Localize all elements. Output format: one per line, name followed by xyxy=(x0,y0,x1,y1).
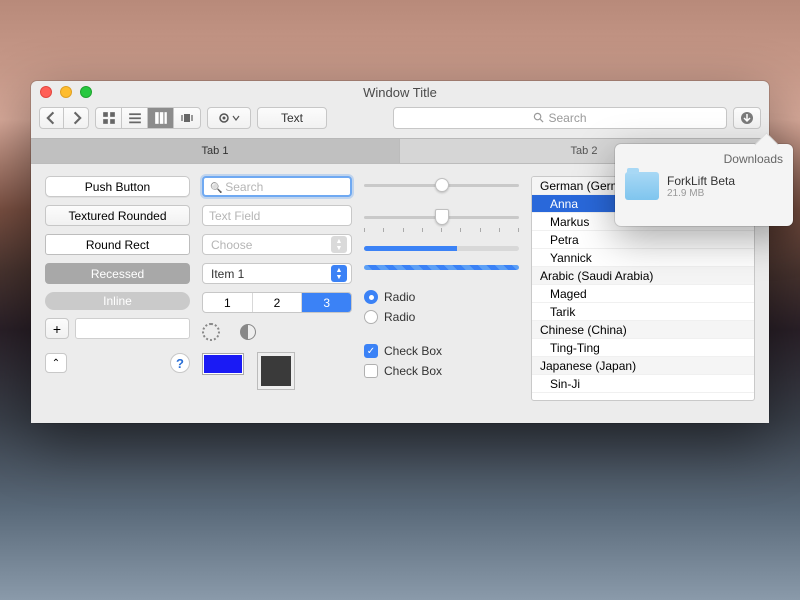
checkbox-2[interactable]: Check Box xyxy=(364,364,519,378)
checkbox-label: Check Box xyxy=(384,344,442,358)
tab-1[interactable]: Tab 1 xyxy=(31,139,400,163)
slider-1[interactable] xyxy=(364,176,519,194)
segment-1[interactable]: 1 xyxy=(203,293,253,312)
list-icon xyxy=(128,111,142,125)
progress-bar-indeterminate xyxy=(364,265,519,270)
close-window-button[interactable] xyxy=(40,86,52,98)
zoom-window-button[interactable] xyxy=(80,86,92,98)
chevron-left-icon xyxy=(45,111,59,125)
main-window: Window Title xyxy=(31,81,769,423)
empty-text-field[interactable] xyxy=(75,318,190,339)
search-input-placeholder: Search xyxy=(210,180,263,194)
list-item[interactable]: Maged xyxy=(532,285,754,303)
slider-2-ticks[interactable] xyxy=(364,208,519,226)
list-item[interactable]: Sin-Ji xyxy=(532,375,754,393)
inputs-column: Search Text Field Choose ▲▼ Item 1 ▲▼ 1 … xyxy=(202,176,352,411)
radio-label: Radio xyxy=(384,290,415,304)
text-field[interactable]: Text Field xyxy=(202,205,352,226)
download-item[interactable]: ForkLift Beta 21.9 MB xyxy=(625,172,783,200)
coverflow-icon xyxy=(180,111,194,125)
plus-icon: + xyxy=(53,321,61,337)
help-button[interactable]: ? xyxy=(170,353,190,373)
downloads-popover: Downloads ForkLift Beta 21.9 MB xyxy=(615,144,793,226)
inline-button[interactable]: Inline xyxy=(45,292,190,310)
segment-3[interactable]: 3 xyxy=(302,293,351,312)
combo-enabled[interactable]: Item 1 ▲▼ xyxy=(202,263,352,284)
stepper-arrows-icon: ▲▼ xyxy=(331,236,347,253)
progress-bar xyxy=(364,246,519,251)
add-button[interactable]: + xyxy=(45,318,69,339)
window-title: Window Title xyxy=(363,85,437,100)
checkbox-label: Check Box xyxy=(384,364,442,378)
round-rect-button[interactable]: Round Rect xyxy=(45,234,190,255)
combo-enabled-label: Item 1 xyxy=(211,267,244,281)
action-menu-button[interactable] xyxy=(207,107,251,129)
columns-icon xyxy=(154,111,168,125)
traffic-lights xyxy=(40,86,92,98)
titlebar: Window Title xyxy=(31,81,769,103)
gear-icon xyxy=(218,111,232,125)
popover-title: Downloads xyxy=(625,152,783,166)
combo-disabled-label: Choose xyxy=(211,238,252,252)
forward-button[interactable] xyxy=(64,108,88,128)
view-coverflow-button[interactable] xyxy=(174,108,200,128)
desktop-wallpaper: Window Title xyxy=(0,0,800,600)
checkbox-1[interactable]: Check Box xyxy=(364,344,519,358)
radio-1[interactable]: Radio xyxy=(364,290,519,304)
checkbox-checked-icon xyxy=(364,344,378,358)
color-well-blue[interactable] xyxy=(202,353,244,375)
numeric-segment: 1 2 3 xyxy=(202,292,352,313)
download-item-name: ForkLift Beta xyxy=(667,174,735,188)
back-button[interactable] xyxy=(40,108,64,128)
search-placeholder: Search xyxy=(548,111,586,125)
download-icon xyxy=(740,111,754,125)
push-button[interactable]: Push Button xyxy=(45,176,190,197)
list-group-header: Arabic (Saudi Arabia) xyxy=(532,267,754,285)
list-group-header: Chinese (China) xyxy=(532,321,754,339)
color-well-dark[interactable] xyxy=(258,353,294,389)
downloads-button[interactable] xyxy=(733,107,761,129)
list-item[interactable]: Yannick xyxy=(532,249,754,267)
chevron-up-icon: ⌃ xyxy=(52,358,60,369)
view-mode-segment xyxy=(95,107,201,129)
radio-unselected-icon xyxy=(364,310,378,324)
minimize-window-button[interactable] xyxy=(60,86,72,98)
spinner-indeterminate-icon xyxy=(202,323,220,341)
toolbar: Text Search xyxy=(31,103,769,139)
text-field-placeholder: Text Field xyxy=(209,209,260,223)
toolbar-search-field[interactable]: Search xyxy=(393,107,727,129)
search-input[interactable]: Search xyxy=(202,176,352,197)
question-icon: ? xyxy=(176,356,184,371)
radio-label: Radio xyxy=(384,310,415,324)
checkbox-unchecked-icon xyxy=(364,364,378,378)
grid-icon xyxy=(102,111,116,125)
chevron-down-icon xyxy=(232,114,240,122)
folder-icon xyxy=(625,172,659,200)
list-item[interactable]: Ting-Ting xyxy=(532,339,754,357)
view-list-button[interactable] xyxy=(122,108,148,128)
progress-circle-icon xyxy=(240,324,256,340)
list-group-header: Japanese (Japan) xyxy=(532,357,754,375)
recessed-button[interactable]: Recessed xyxy=(45,263,190,284)
chevron-right-icon xyxy=(69,111,83,125)
textured-rounded-button[interactable]: Textured Rounded xyxy=(45,205,190,226)
view-columns-button[interactable] xyxy=(148,108,174,128)
radio-2[interactable]: Radio xyxy=(364,310,519,324)
buttons-column: Push Button Textured Rounded Round Rect … xyxy=(45,176,190,411)
toolbar-text-button[interactable]: Text xyxy=(257,107,327,129)
download-item-size: 21.9 MB xyxy=(667,188,735,199)
nav-segment xyxy=(39,107,89,129)
view-icons-button[interactable] xyxy=(96,108,122,128)
disclosure-button[interactable]: ⌃ xyxy=(45,353,67,373)
combo-disabled[interactable]: Choose ▲▼ xyxy=(202,234,352,255)
slider-ticks xyxy=(364,228,519,232)
list-item[interactable]: Petra xyxy=(532,231,754,249)
search-icon xyxy=(533,112,544,123)
stepper-arrows-icon: ▲▼ xyxy=(331,265,347,282)
segment-2[interactable]: 2 xyxy=(253,293,303,312)
sliders-column: Radio Radio Check Box Check Box xyxy=(364,176,519,411)
radio-selected-icon xyxy=(364,290,378,304)
list-item[interactable]: Tarik xyxy=(532,303,754,321)
